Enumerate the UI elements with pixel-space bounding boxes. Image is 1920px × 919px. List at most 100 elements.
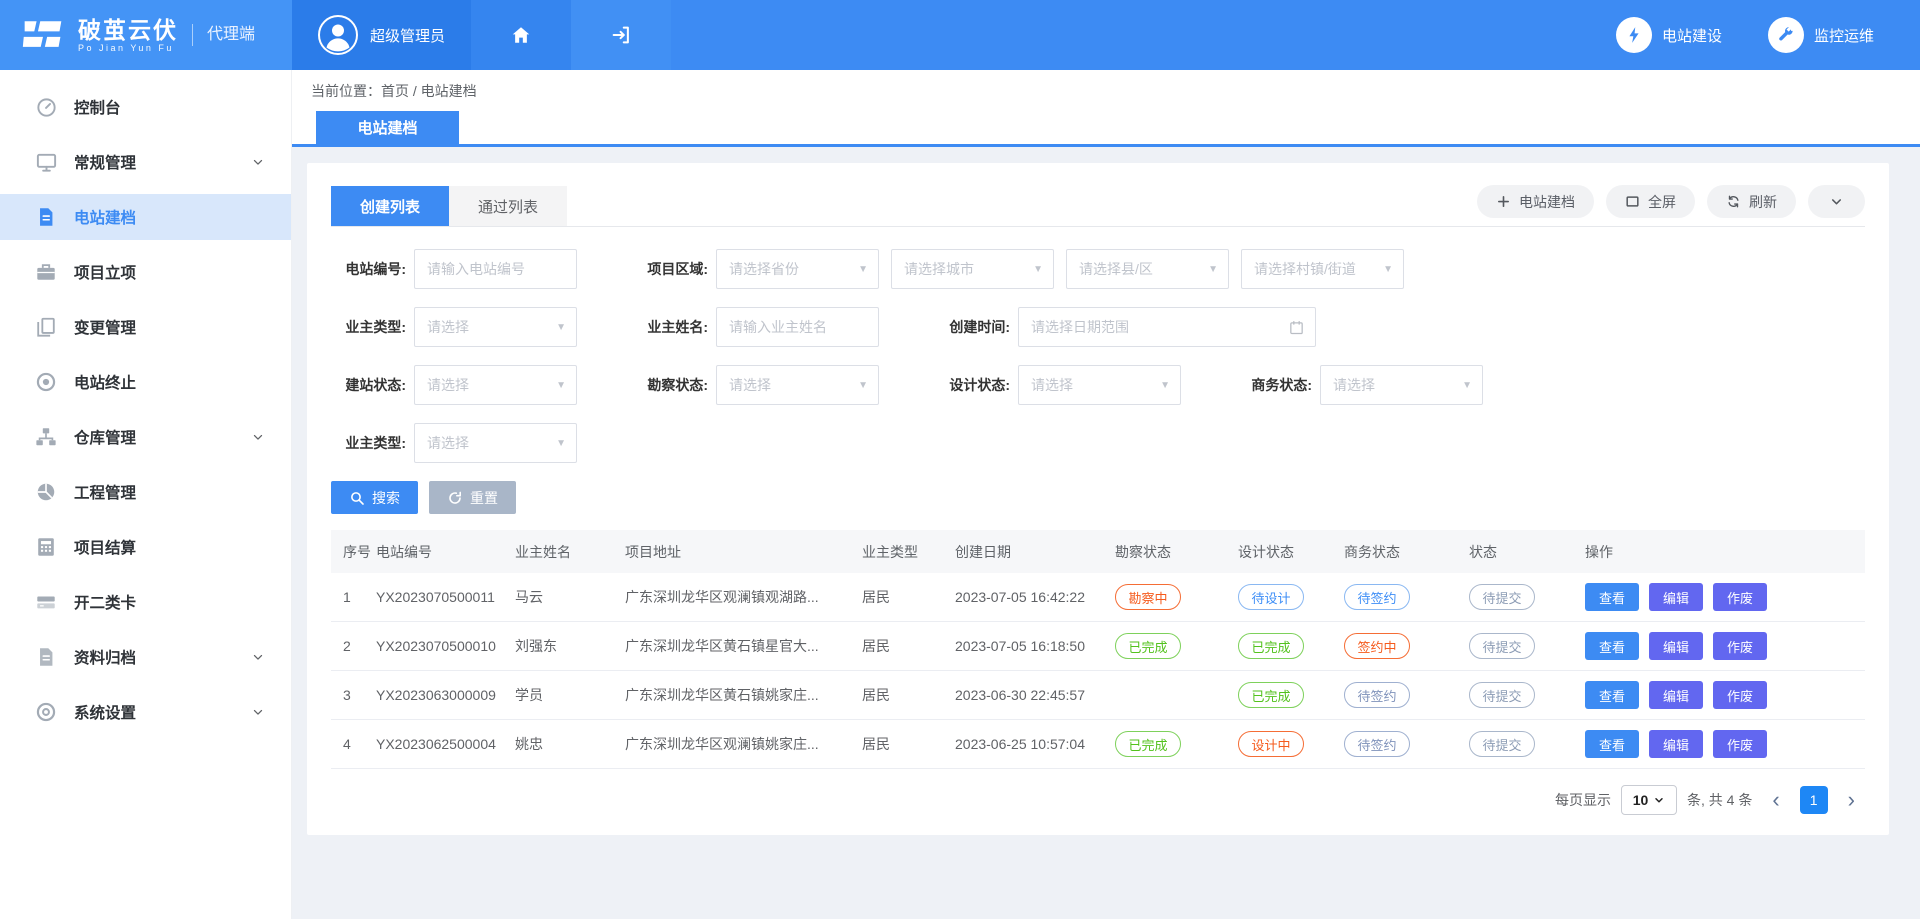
- void-button[interactable]: 作废: [1713, 730, 1767, 758]
- sidebar-item-second-class-card[interactable]: 开二类卡: [0, 579, 291, 625]
- survey-status-cell: 勘察中: [1115, 584, 1238, 610]
- actions-cell: 查看编辑作废: [1585, 632, 1865, 660]
- chevron-down-icon: [251, 650, 265, 664]
- void-button[interactable]: 作废: [1713, 681, 1767, 709]
- sidebar-item-warehouse-management[interactable]: 仓库管理: [0, 414, 291, 460]
- sidebar-item-label: 工程管理: [74, 481, 136, 503]
- view-button[interactable]: 查看: [1585, 583, 1639, 611]
- sidebar: 控制台常规管理电站建档项目立项变更管理电站终止仓库管理工程管理项目结算开二类卡资…: [0, 70, 292, 919]
- business-status-cell: 待签约: [1344, 682, 1469, 708]
- owner-name: 马云: [515, 587, 625, 607]
- home-icon: [510, 24, 532, 46]
- tab-create-list[interactable]: 创建列表: [331, 186, 449, 226]
- nav-station-build-label: 电站建设: [1662, 25, 1722, 46]
- survey-status-select[interactable]: 请选择▼: [716, 365, 879, 405]
- void-button[interactable]: 作废: [1713, 583, 1767, 611]
- select-placeholder: 请选择: [427, 375, 469, 395]
- region-city-select[interactable]: 请选择城市▼: [891, 249, 1054, 289]
- select-placeholder: 请选择村镇/街道: [1254, 259, 1356, 279]
- sidebar-item-project-initiation[interactable]: 项目立项: [0, 249, 291, 295]
- station-code-field: [414, 249, 577, 289]
- sidebar-item-data-archive[interactable]: 资料归档: [0, 634, 291, 680]
- select-placeholder: 请选择: [729, 375, 771, 395]
- station-code: YX2023062500004: [376, 736, 515, 752]
- main-area: 当前位置： 首页 / 电站建档 电站建档 创建列表通过列表 电站建档: [292, 70, 1920, 919]
- design-status-select[interactable]: 请选择▼: [1018, 365, 1181, 405]
- created-time-input[interactable]: [1019, 308, 1315, 346]
- create-station-button[interactable]: 电站建档: [1477, 185, 1594, 218]
- nav-station-build[interactable]: 电站建设: [1616, 17, 1722, 53]
- view-button[interactable]: 查看: [1585, 632, 1639, 660]
- monitor-icon: [34, 150, 58, 174]
- created-date: 2023-06-30 22:45:57: [955, 687, 1115, 703]
- sidebar-item-station-filing[interactable]: 电站建档: [0, 194, 291, 240]
- owner-type-2-select[interactable]: 请选择▼: [414, 423, 577, 463]
- table-row: 4YX2023062500004姚忠广东深圳龙华区观澜镇姚家庄...居民2023…: [331, 720, 1865, 769]
- sidebar-item-engineering-management[interactable]: 工程管理: [0, 469, 291, 515]
- business-status-cell: 签约中: [1344, 633, 1469, 659]
- region-province-select[interactable]: 请选择省份▼: [716, 249, 879, 289]
- column-header: 商务状态: [1344, 542, 1469, 562]
- project-address: 广东深圳龙华区观澜镇观湖路...: [625, 587, 862, 607]
- refresh-button[interactable]: 刷新: [1707, 185, 1796, 218]
- page-tab-station-filing[interactable]: 电站建档: [316, 111, 459, 144]
- header-spacer: [671, 0, 1616, 70]
- sidebar-item-label: 资料归档: [74, 646, 136, 668]
- edit-button[interactable]: 编辑: [1649, 730, 1703, 758]
- sitemap-icon: [34, 425, 58, 449]
- select-placeholder: 请选择县/区: [1079, 259, 1153, 279]
- logo[interactable]: 破茧云伏 Po Jian Yun Fu 代理端: [0, 0, 292, 70]
- select-arrow-icon: ▼: [556, 322, 566, 333]
- sidebar-item-label: 电站终止: [74, 371, 136, 393]
- fullscreen-button[interactable]: 全屏: [1606, 185, 1695, 218]
- sidebar-item-console[interactable]: 控制台: [0, 84, 291, 130]
- station-code-input[interactable]: [415, 250, 576, 288]
- edit-button[interactable]: 编辑: [1649, 583, 1703, 611]
- search-button[interactable]: 搜索: [331, 481, 418, 514]
- sidebar-item-general-management[interactable]: 常规管理: [0, 139, 291, 185]
- reset-button[interactable]: 重置: [429, 481, 516, 514]
- edit-button[interactable]: 编辑: [1649, 681, 1703, 709]
- home-button[interactable]: [471, 0, 571, 70]
- sidebar-item-change-management[interactable]: 变更管理: [0, 304, 291, 350]
- next-page-button[interactable]: ›: [1838, 789, 1865, 811]
- sidebar-item-system-settings[interactable]: 系统设置: [0, 689, 291, 735]
- business-status-select[interactable]: 请选择▼: [1320, 365, 1483, 405]
- station-code: YX2023070500010: [376, 638, 515, 654]
- column-header: 序号: [331, 542, 376, 562]
- sidebar-item-station-termination[interactable]: 电站终止: [0, 359, 291, 405]
- collapse-toolbar-button[interactable]: [1808, 185, 1865, 218]
- current-page-button[interactable]: 1: [1800, 786, 1828, 814]
- logo-title: 破茧云伏: [78, 18, 178, 43]
- select-placeholder: 请选择: [427, 433, 469, 453]
- owner-name-input[interactable]: [717, 308, 878, 346]
- user-menu[interactable]: 超级管理员: [292, 0, 471, 70]
- filter-row: 业主类型:请选择▼: [331, 423, 1865, 463]
- chevron-down-icon: [1829, 194, 1844, 209]
- nav-monitor-ops[interactable]: 监控运维: [1768, 17, 1874, 53]
- project-address: 广东深圳龙华区黄石镇姚家庄...: [625, 685, 862, 705]
- created-time-field[interactable]: [1018, 307, 1316, 347]
- sidebar-item-label: 项目结算: [74, 536, 136, 558]
- per-page-select[interactable]: 10: [1621, 785, 1677, 815]
- reset-icon: [447, 490, 463, 506]
- survey-status-badge: 已完成: [1115, 633, 1181, 659]
- station-code: YX2023070500011: [376, 589, 515, 605]
- void-button[interactable]: 作废: [1713, 632, 1767, 660]
- view-button[interactable]: 查看: [1585, 681, 1639, 709]
- edit-button[interactable]: 编辑: [1649, 632, 1703, 660]
- region-county-select[interactable]: 请选择县/区▼: [1066, 249, 1229, 289]
- sidebar-item-project-settlement[interactable]: 项目结算: [0, 524, 291, 570]
- view-button[interactable]: 查看: [1585, 730, 1639, 758]
- actions-cell: 查看编辑作废: [1585, 730, 1865, 758]
- region-town-select[interactable]: 请选择村镇/街道▼: [1241, 249, 1404, 289]
- briefcase-icon: [34, 260, 58, 284]
- build-status-select[interactable]: 请选择▼: [414, 365, 577, 405]
- select-placeholder: 请选择: [1333, 375, 1375, 395]
- select-placeholder: 请选择: [427, 317, 469, 337]
- owner-type-select[interactable]: 请选择 ▼: [414, 307, 577, 347]
- tab-passed-list[interactable]: 通过列表: [449, 186, 567, 226]
- logout-button[interactable]: [571, 0, 671, 70]
- prev-page-button[interactable]: ‹: [1762, 789, 1789, 811]
- created-date: 2023-07-05 16:18:50: [955, 638, 1115, 654]
